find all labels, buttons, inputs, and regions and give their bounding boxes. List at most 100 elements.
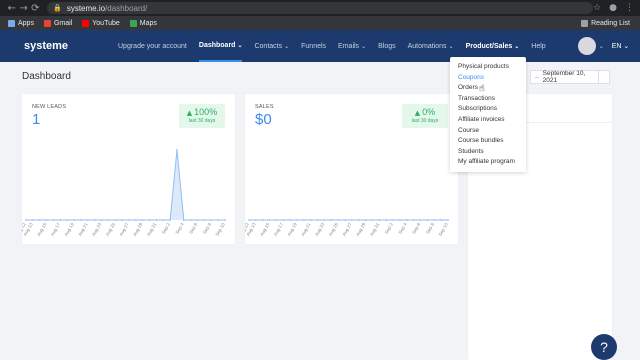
menu-item-physical-products[interactable]: Physical products: [450, 62, 526, 73]
nav-automations[interactable]: Automations ⌄: [408, 30, 454, 62]
data-point[interactable]: [371, 219, 374, 221]
nav-funnels[interactable]: Funnels: [301, 30, 326, 62]
nav-help[interactable]: Help: [531, 30, 545, 62]
data-point[interactable]: [405, 219, 408, 221]
x-tick-label: Sep 2: [161, 222, 171, 235]
data-point[interactable]: [399, 219, 401, 221]
avatar[interactable]: [577, 37, 596, 55]
data-point[interactable]: [309, 219, 312, 221]
data-point[interactable]: [440, 219, 443, 221]
logo[interactable]: systeme: [24, 40, 104, 52]
data-point[interactable]: [426, 219, 429, 221]
data-point[interactable]: [121, 219, 123, 221]
data-point[interactable]: [330, 219, 333, 221]
profile-icon[interactable]: ●: [609, 3, 617, 13]
data-point[interactable]: [268, 219, 271, 221]
data-point[interactable]: [155, 219, 158, 221]
bookmark-apps[interactable]: Apps: [8, 19, 34, 27]
menu-item-coupons[interactable]: Coupons: [450, 73, 526, 84]
data-point[interactable]: [224, 219, 226, 221]
data-point[interactable]: [86, 219, 89, 221]
data-point[interactable]: [316, 219, 319, 221]
data-point[interactable]: [93, 219, 96, 221]
data-point[interactable]: [107, 219, 110, 221]
data-point[interactable]: [378, 219, 381, 221]
menu-item-my-affiliate-program[interactable]: My affiliate program: [450, 157, 526, 168]
date-range-picker[interactable]: – September 10, 2021: [530, 70, 610, 84]
data-point[interactable]: [385, 219, 388, 221]
data-point[interactable]: [302, 219, 305, 221]
data-point[interactable]: [323, 219, 326, 221]
language-selector[interactable]: EN ⌄: [612, 42, 630, 50]
data-point[interactable]: [162, 219, 165, 221]
calendar-icon[interactable]: [597, 71, 609, 83]
data-point[interactable]: [261, 219, 264, 221]
data-point[interactable]: [25, 219, 27, 221]
data-point[interactable]: [364, 219, 367, 221]
data-point[interactable]: [447, 219, 449, 221]
data-point[interactable]: [169, 219, 172, 221]
nav-dashboard[interactable]: Dashboard ⌄: [198, 30, 243, 62]
menu-item-subscriptions[interactable]: Subscriptions: [450, 104, 526, 115]
forward-icon[interactable]: →: [18, 3, 30, 14]
reading-list[interactable]: Reading List: [581, 19, 640, 27]
data-point[interactable]: [433, 219, 436, 221]
data-point[interactable]: [134, 219, 137, 221]
data-point[interactable]: [351, 219, 353, 221]
nav-blogs[interactable]: Blogs: [378, 30, 396, 62]
data-point[interactable]: [203, 219, 206, 221]
bookmark-star-icon[interactable]: ☆: [593, 3, 601, 13]
data-point[interactable]: [141, 219, 144, 221]
data-point[interactable]: [196, 219, 199, 221]
data-point[interactable]: [189, 219, 192, 221]
data-point[interactable]: [182, 219, 185, 221]
data-point[interactable]: [52, 219, 55, 221]
x-tick-label: Aug 29: [355, 222, 367, 237]
reload-icon[interactable]: ⟳: [29, 3, 41, 14]
menu-item-course[interactable]: Course: [450, 126, 526, 137]
data-point[interactable]: [66, 219, 69, 221]
data-point[interactable]: [296, 219, 298, 221]
data-point[interactable]: [59, 219, 62, 221]
nav-upgrade[interactable]: Upgrade your account: [118, 30, 187, 62]
data-point[interactable]: [248, 219, 250, 221]
menu-item-orders[interactable]: Orders: [450, 83, 526, 94]
data-point[interactable]: [289, 219, 292, 221]
data-point[interactable]: [254, 219, 257, 221]
data-point[interactable]: [114, 219, 117, 221]
menu-item-course-bundles[interactable]: Course bundles: [450, 136, 526, 147]
chevron-down-icon: ⌄: [514, 43, 520, 50]
back-icon[interactable]: ←: [6, 3, 18, 14]
data-point[interactable]: [38, 219, 41, 221]
data-point[interactable]: [79, 219, 82, 221]
data-point[interactable]: [344, 219, 346, 221]
data-point[interactable]: [128, 219, 130, 221]
browser-menu-icon[interactable]: ⋮: [625, 3, 634, 13]
menu-item-transactions[interactable]: Transactions: [450, 94, 526, 105]
data-point[interactable]: [73, 219, 75, 221]
data-point[interactable]: [337, 219, 340, 221]
data-point[interactable]: [282, 219, 285, 221]
data-point[interactable]: [45, 219, 48, 221]
data-point[interactable]: [210, 219, 213, 221]
data-point[interactable]: [412, 219, 415, 221]
data-point[interactable]: [392, 219, 395, 221]
menu-item-students[interactable]: Students: [450, 147, 526, 158]
bookmark-maps[interactable]: Maps: [129, 19, 157, 27]
address-bar[interactable]: 🔒 systeme.io /dashboard/: [47, 2, 594, 14]
nav-emails[interactable]: Emails ⌄: [338, 30, 366, 62]
menu-item-affiliate-invoices[interactable]: Affiliate invoices: [450, 115, 526, 126]
bookmark-youtube[interactable]: YouTube: [82, 19, 120, 27]
data-point[interactable]: [148, 219, 151, 221]
bookmark-gmail[interactable]: Gmail: [43, 19, 72, 27]
help-button[interactable]: ?: [591, 334, 617, 360]
chevron-down-icon[interactable]: ⌄: [599, 43, 604, 50]
data-point[interactable]: [176, 149, 178, 151]
data-point[interactable]: [100, 219, 103, 221]
data-point[interactable]: [31, 219, 34, 221]
data-point[interactable]: [419, 219, 422, 221]
nav-contacts[interactable]: Contacts ⌄: [254, 30, 289, 62]
data-point[interactable]: [357, 219, 360, 221]
data-point[interactable]: [217, 219, 220, 221]
data-point[interactable]: [275, 219, 278, 221]
